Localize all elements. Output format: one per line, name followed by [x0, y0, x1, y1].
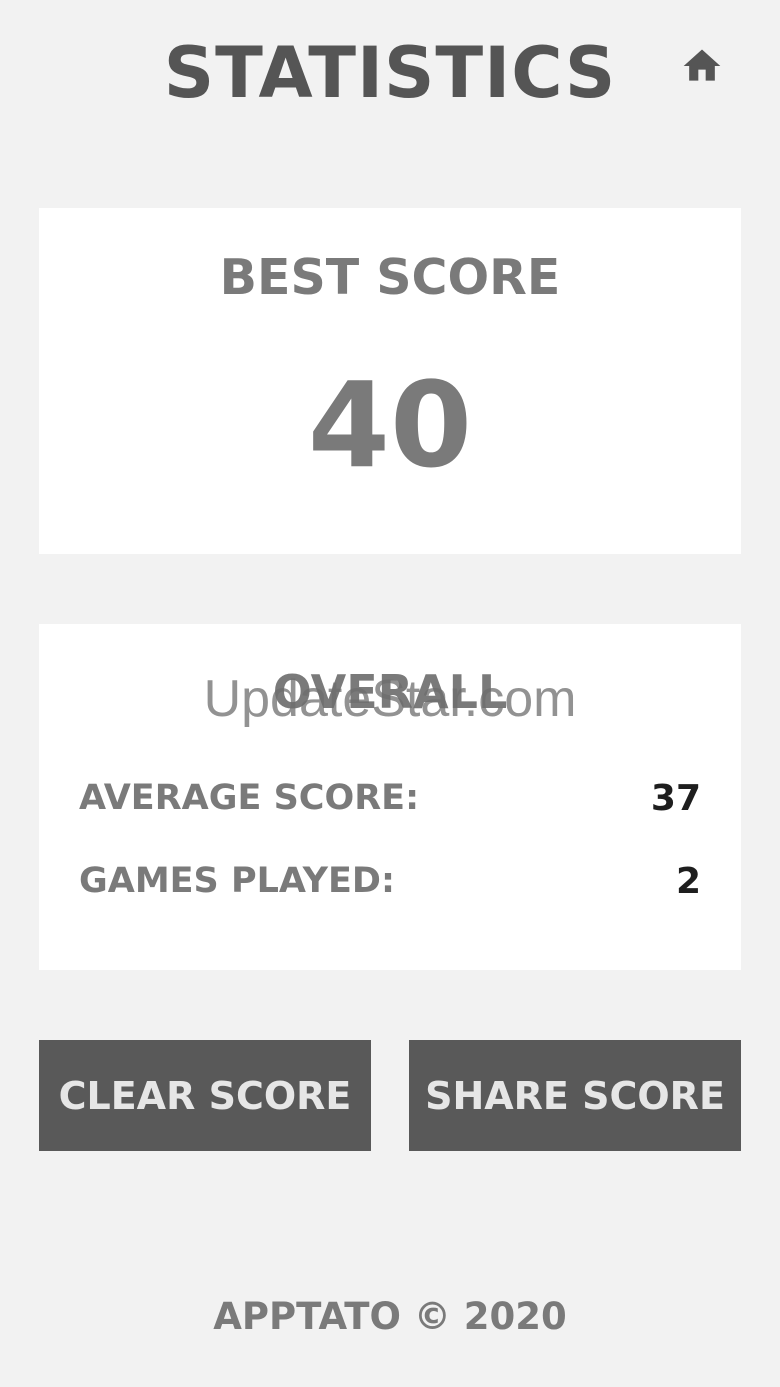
page-title: STATISTICS: [163, 32, 617, 114]
share-score-button[interactable]: SHARE SCORE: [409, 1040, 741, 1151]
watermark: UpdateStar.com: [203, 670, 577, 728]
average-score-row: AVERAGE SCORE: 37: [79, 776, 701, 820]
header: STATISTICS: [0, 0, 780, 150]
best-score-value: 40: [307, 356, 473, 494]
footer-copyright: APPTATO © 2020: [213, 1295, 567, 1338]
clear-score-button[interactable]: CLEAR SCORE: [39, 1040, 371, 1151]
average-score-label: AVERAGE SCORE:: [79, 778, 420, 818]
average-score-value: 37: [650, 777, 701, 819]
home-icon: [683, 49, 721, 81]
games-played-label: GAMES PLAYED:: [79, 861, 395, 901]
best-score-label: BEST SCORE: [219, 249, 561, 306]
games-played-value: 2: [675, 860, 701, 902]
home-button[interactable]: [680, 44, 724, 88]
games-played-row: GAMES PLAYED: 2: [79, 859, 701, 903]
